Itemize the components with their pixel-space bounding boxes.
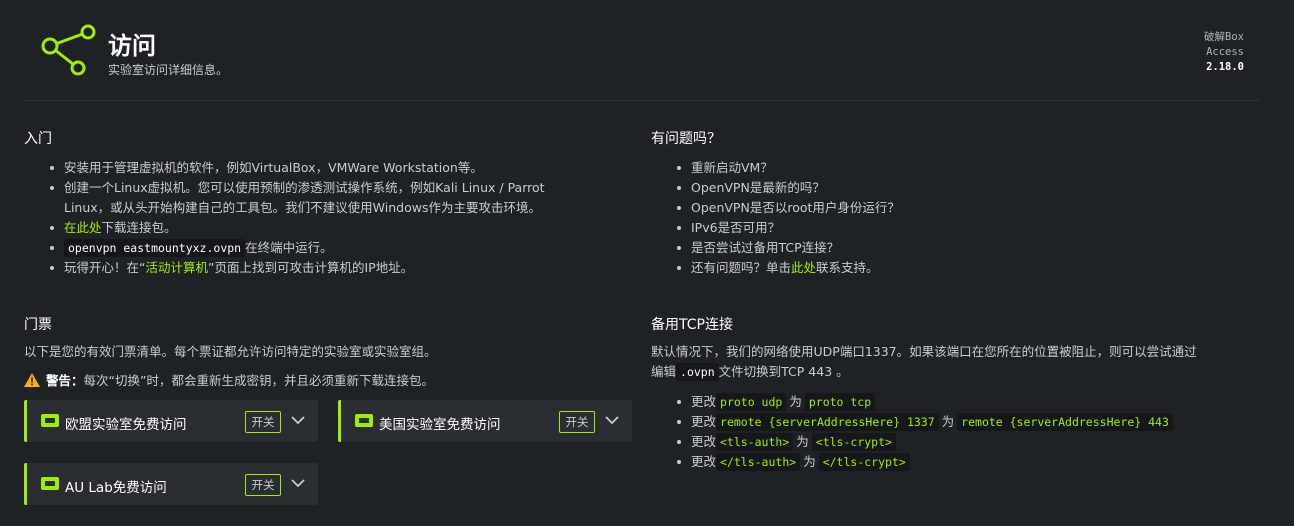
ticket-switch-button[interactable]: 开关 [245, 411, 281, 433]
to-word: 为 [803, 454, 816, 469]
change-to-code: remote {serverAddressHere} 443 [957, 413, 1173, 431]
version-line-2: Access [1206, 46, 1244, 58]
list-item-text: OpenVPN是否以root用户身份运行？ [691, 200, 900, 215]
tcp-description-line: 默认情况下，我们的网络使用UDP端口1337。如果该端口在您所在的位置被阻止，则… [651, 344, 1197, 359]
change-to-code: </tls-crypt> [818, 453, 910, 471]
list-item-text: 重新启动VM？ [691, 160, 773, 175]
tickets-warning: 警告： 每次“切换”时，都会重新生成密钥，并且必须重新下载连接包。 [24, 370, 634, 389]
getting-started-list: 安装用于管理虚拟机的软件，例如VirtualBox，VMWare Worksta… [24, 158, 624, 278]
list-item: 创建一个Linux虚拟机。您可以使用预制的渗透测试操作系统，例如Kali Lin… [24, 178, 624, 218]
warning-label: 警告： [46, 373, 84, 388]
tickets-section: 门票 以下是您的有效门票清单。每个票证都允许访问特定的实验室或实验室组。 警告：… [24, 314, 634, 389]
change-word: 更改 [691, 394, 717, 409]
tcp-section: 备用TCP连接 默认情况下，我们的网络使用UDP端口1337。如果该端口在您所在… [651, 314, 1261, 472]
ticket-icon [41, 477, 59, 490]
list-item-text: 下载连接包。 [101, 220, 177, 235]
list-item: 重新启动VM？ [651, 158, 1251, 178]
page-subtitle: 实验室访问详细信息。 [108, 63, 229, 77]
ticket-icon [355, 414, 373, 427]
ticket-card-au: AU Lab免费访问 开关 [24, 463, 318, 505]
ovpn-code: .ovpn [676, 363, 719, 381]
warning-triangle-icon [24, 372, 40, 387]
list-item-text: 还有问题吗？单击 [691, 260, 792, 275]
chevron-down-icon[interactable] [291, 478, 305, 488]
tickets-heading: 门票 [24, 317, 52, 333]
list-item: openvpn eastmountyxz.ovpn 在终端中运行。 [24, 238, 624, 258]
change-to-code: proto tcp [804, 393, 876, 411]
list-item: 还有问题吗？单击此处联系支持。 [651, 258, 1251, 278]
download-pack-link[interactable]: 在此处 [64, 220, 102, 235]
chevron-down-icon[interactable] [291, 415, 305, 425]
warning-text: 每次“切换”时，都会重新生成密钥，并且必须重新下载连接包。 [83, 373, 434, 388]
list-item: 是否尝试过备用TCP连接？ [651, 238, 1251, 258]
list-item-text: 创建一个Linux虚拟机。您可以使用预制的渗透测试操作系统，例如Kali Lin… [64, 180, 545, 195]
tcp-description-line: 文件切换到TCP 443 。 [718, 364, 849, 379]
page-header: 访问 实验室访问详细信息。 破解Box Access 2.18.0 [0, 0, 1294, 100]
tcp-description-line: 编辑 [651, 364, 677, 379]
ticket-name: 欧盟实验室免费访问 [65, 417, 187, 433]
list-item: 更改 </tls-auth> 为 </tls-crypt> [651, 452, 1261, 472]
list-item-text: Linux，或从头开始构建自己的工具包。我们不建议使用Windows作为主要攻击… [64, 200, 541, 215]
questions-heading: 有问题吗？ [651, 131, 721, 147]
list-item-text: OpenVPN是最新的吗？ [691, 180, 825, 195]
ticket-switch-button[interactable]: 开关 [559, 411, 595, 433]
ticket-name: AU Lab免费访问 [65, 480, 167, 496]
list-item: OpenVPN是否以root用户身份运行？ [651, 198, 1251, 218]
ticket-card-us: 美国实验室免费访问 开关 [338, 400, 632, 442]
ticket-icon [41, 414, 59, 427]
getting-started-section: 入门 安装用于管理虚拟机的软件，例如VirtualBox，VMWare Work… [24, 128, 624, 278]
list-item-text: 安装用于管理虚拟机的软件，例如VirtualBox，VMWare Worksta… [64, 160, 483, 175]
list-item: 更改 <tls-auth> 为 <tls-crypt> [651, 432, 1261, 452]
list-item: 在此处下载连接包。 [24, 218, 624, 238]
openvpn-command-code: openvpn eastmountyxz.ovpn [64, 239, 246, 257]
change-from-code: </tls-auth> [716, 453, 801, 471]
list-item-text: 在终端中运行。 [245, 240, 333, 255]
change-word: 更改 [691, 434, 717, 449]
list-item: 更改 remote {serverAddressHere} 1337 为 remote… [651, 412, 1261, 432]
to-word: 为 [941, 414, 955, 429]
chevron-down-icon[interactable] [605, 415, 619, 425]
change-from-code: remote {serverAddressHere} 1337 [716, 413, 939, 431]
getting-started-heading: 入门 [24, 131, 52, 147]
version-number: 2.18.0 [1206, 61, 1244, 73]
list-item: 安装用于管理虚拟机的软件，例如VirtualBox，VMWare Worksta… [24, 158, 624, 178]
list-item: IPv6是否可用？ [651, 218, 1251, 238]
support-link[interactable]: 此处 [791, 260, 816, 275]
change-word: 更改 [691, 454, 717, 469]
version-line-1: 破解Box [1204, 31, 1244, 43]
list-item: 更改 proto udp 为 proto tcp [651, 392, 1261, 412]
version-info: 破解Box Access 2.18.0 [1204, 30, 1244, 75]
questions-section: 有问题吗？ 重新启动VM？ OpenVPN是最新的吗？ OpenVPN是否以ro… [651, 128, 1251, 278]
ticket-name: 美国实验室免费访问 [379, 417, 501, 433]
page-title: 访问 [108, 32, 156, 60]
ticket-switch-button[interactable]: 开关 [245, 474, 281, 496]
list-item-text: 是否尝试过备用TCP连接？ [691, 240, 840, 255]
change-from-code: <tls-auth> [716, 433, 794, 451]
list-item: OpenVPN是最新的吗？ [651, 178, 1251, 198]
tcp-changes-list: 更改 proto udp 为 proto tcp 更改 remote {serverAd… [651, 392, 1261, 472]
list-item-text: IPv6是否可用？ [691, 220, 781, 235]
tcp-description: 默认情况下，我们的网络使用UDP端口1337。如果该端口在您所在的位置被阻止，则… [651, 342, 1261, 382]
tcp-heading: 备用TCP连接 [651, 317, 733, 333]
list-item-text: 玩得开心！在“ [64, 260, 146, 275]
ticket-card-eu: 欧盟实验室免费访问 开关 [24, 400, 318, 442]
change-from-code: proto udp [716, 393, 787, 411]
tickets-description: 以下是您的有效门票清单。每个票证都允许访问特定的实验室或实验室组。 [24, 344, 437, 359]
list-item-text: ”页面上找到可攻击计算机的IP地址。 [208, 260, 414, 275]
to-word: 为 [789, 394, 802, 409]
change-to-code: <tls-crypt> [811, 433, 896, 451]
active-machines-link[interactable]: 活动计算机 [145, 260, 208, 275]
to-word: 为 [796, 434, 809, 449]
list-item-text: 联系支持。 [816, 260, 879, 275]
list-item: 玩得开心！在“活动计算机”页面上找到可攻击计算机的IP地址。 [24, 258, 624, 278]
change-word: 更改 [691, 414, 717, 429]
header-divider [24, 100, 1260, 101]
share-nodes-icon [41, 24, 96, 76]
questions-list: 重新启动VM？ OpenVPN是最新的吗？ OpenVPN是否以root用户身份… [651, 158, 1251, 278]
